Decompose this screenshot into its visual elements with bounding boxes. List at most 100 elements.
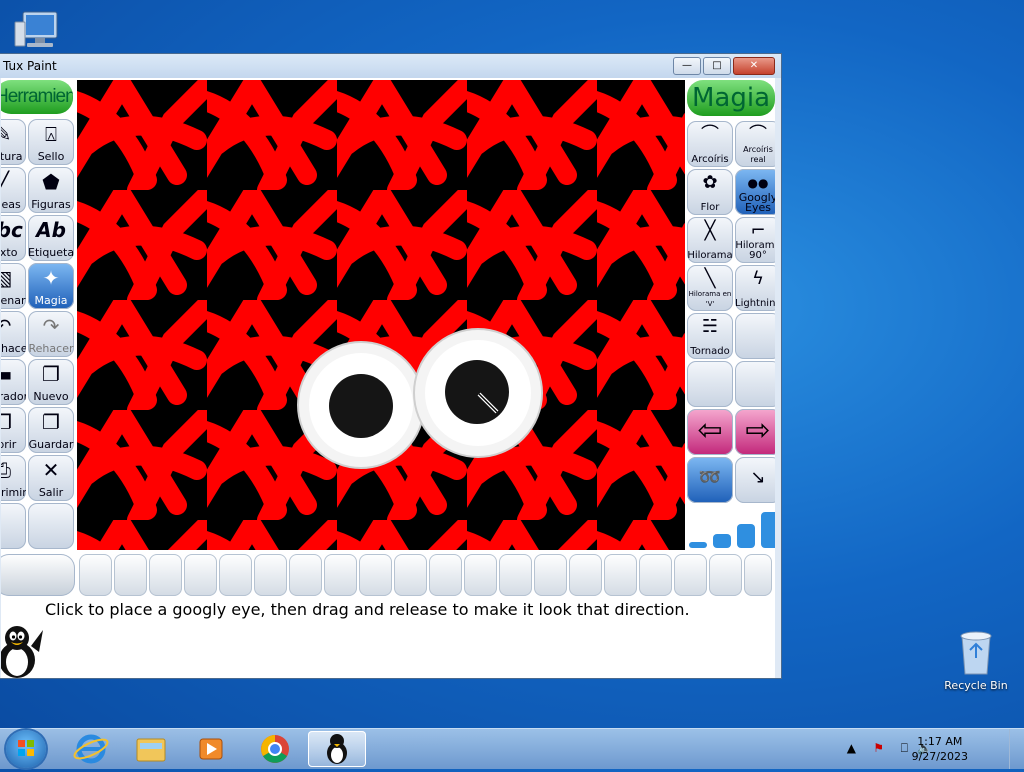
tool-eraser[interactable]: ▬Borrador — [1, 359, 26, 405]
color-swatch[interactable] — [254, 554, 287, 596]
undo-icon: ↶ — [1, 314, 12, 338]
magic-string-edges[interactable]: ╳ Hilorama — [687, 217, 733, 263]
color-swatch[interactable] — [709, 554, 742, 596]
color-swatch[interactable] — [464, 554, 497, 596]
chrome-icon — [261, 735, 289, 763]
taskbar-media-player[interactable] — [182, 731, 240, 767]
current-color — [1, 554, 75, 596]
arrow-left-icon: ⇦ — [697, 413, 723, 448]
color-swatch[interactable] — [359, 554, 392, 596]
magic-lightning[interactable]: ϟLightning — [735, 265, 775, 311]
tool-paint[interactable]: ✎Pintura — [1, 119, 26, 165]
minimize-button[interactable]: — — [673, 57, 701, 75]
clock-date: 9/27/2023 — [911, 750, 968, 763]
color-swatch[interactable] — [219, 554, 252, 596]
lines-icon: ╱ — [1, 170, 10, 194]
folder-icon — [136, 738, 166, 762]
tool-shapes[interactable]: ⬟ Figuras — [28, 167, 74, 213]
color-swatch[interactable] — [499, 554, 532, 596]
quit-icon: ✕ — [42, 458, 60, 482]
color-swatch[interactable] — [534, 554, 567, 596]
color-swatch[interactable] — [149, 554, 182, 596]
media-player-icon — [199, 738, 223, 760]
flower-icon: ✿ — [702, 172, 718, 193]
tool-undo[interactable]: ↶Deshacer — [1, 311, 26, 357]
color-swatch[interactable] — [674, 554, 707, 596]
color-swatch[interactable] — [639, 554, 672, 596]
magic-empty-slot — [687, 361, 733, 407]
open-icon: ❐ — [1, 410, 12, 434]
tux-paint-client: Herramientas ✎Pintura ⍓Sello ╱Líneas ⬟Fi… — [1, 78, 775, 678]
color-swatch[interactable] — [569, 554, 602, 596]
taskbar-ie[interactable] — [62, 731, 120, 767]
tray-show-hidden-icon[interactable]: ▲ — [847, 741, 856, 755]
color-swatch[interactable] — [744, 554, 772, 596]
googly-eye-left — [297, 341, 425, 469]
tool-lines[interactable]: ╱Líneas — [1, 167, 26, 213]
magic-next-button[interactable]: ⇨ — [735, 409, 775, 455]
lightning-icon: ϟ — [752, 268, 764, 289]
googly-eye-right — [413, 328, 543, 458]
color-swatch[interactable] — [114, 554, 147, 596]
tray-network-icon[interactable]: ⎕ — [901, 741, 908, 756]
show-desktop-button[interactable] — [1009, 729, 1024, 769]
color-swatch[interactable] — [429, 554, 462, 596]
tool-quit[interactable]: ✕ Salir — [28, 455, 74, 501]
arrow-right-icon: ⇨ — [745, 413, 771, 448]
magic-mode-fullscreen[interactable]: ↘ — [735, 457, 775, 503]
tool-new[interactable]: ❐ Nuevo — [28, 359, 74, 405]
start-button[interactable] — [6, 730, 46, 768]
magic-rainbow[interactable]: ⌒ Arcoíris — [687, 121, 733, 167]
tool-magic[interactable]: ✦ Magia — [28, 263, 74, 309]
color-swatch[interactable] — [289, 554, 322, 596]
color-swatch[interactable] — [394, 554, 427, 596]
string-art-icon: ╳ — [704, 220, 716, 241]
color-palette — [1, 552, 775, 598]
magic-mode-paint[interactable]: ➿ — [687, 457, 733, 503]
color-swatch[interactable] — [324, 554, 357, 596]
computer-desktop-icon[interactable] — [12, 8, 62, 55]
internet-explorer-icon — [73, 734, 109, 764]
computer-icon — [14, 11, 58, 47]
label-icon: Ab — [36, 218, 66, 242]
magic-flower[interactable]: ✿ Flor — [687, 169, 733, 215]
magic-prev-button[interactable]: ⇦ — [687, 409, 733, 455]
magic-string-corner[interactable]: ⌐Hilorama 90° — [735, 217, 775, 263]
maximize-button[interactable]: □ — [703, 57, 731, 75]
color-swatch[interactable] — [79, 554, 112, 596]
tool-scroll-right[interactable] — [28, 503, 74, 549]
taskbar-tux-paint[interactable] — [308, 731, 366, 767]
color-swatch[interactable] — [604, 554, 637, 596]
taskbar-explorer[interactable] — [122, 731, 180, 767]
tool-save[interactable]: ❐ Guardar — [28, 407, 74, 453]
new-document-icon: ❐ — [42, 362, 60, 386]
tool-scroll-left[interactable] — [1, 503, 26, 549]
taskbar-chrome[interactable] — [246, 731, 304, 767]
magic-size-selector[interactable] — [686, 504, 775, 550]
tool-open[interactable]: ❐Abrir — [1, 407, 26, 453]
tool-label[interactable]: Ab Etiqueta — [28, 215, 74, 261]
magic-googly-eyes[interactable]: ●● Googly Eyes — [735, 169, 775, 215]
color-swatch[interactable] — [184, 554, 217, 596]
close-button[interactable]: ✕ — [733, 57, 775, 75]
string-v-icon: ╲ — [704, 268, 716, 289]
window-titlebar[interactable]: Tux Paint — □ ✕ — [0, 54, 781, 78]
taskbar: ▲ ⚑ ⎕ 🔈 1:17 AM 9/27/2023 — [0, 728, 1024, 769]
tool-redo[interactable]: ↷ Rehacer — [28, 311, 74, 357]
tray-action-center-icon[interactable]: ⚑ — [873, 741, 884, 755]
tux-paint-window: Tux Paint — □ ✕ Herramientas ✎Pintura ⍓S… — [0, 53, 782, 679]
clock-time: 1:17 AM — [917, 735, 963, 748]
magic-string-v[interactable]: ╲ Hilorama en 'V' — [687, 265, 733, 311]
recycle-bin-desktop-icon[interactable]: Recycle Bin — [940, 628, 1012, 692]
magic-tornado[interactable]: ☵ Tornado — [687, 313, 733, 359]
magic-real-rainbow[interactable]: ⌒ Arcoíris real — [735, 121, 775, 167]
tool-print[interactable]: ⎙Imprimir — [1, 455, 26, 501]
tux-penguin-icon — [1, 626, 43, 678]
tool-stamp[interactable]: ⍓ Sello — [28, 119, 74, 165]
taskbar-clock[interactable]: 1:17 AM 9/27/2023 — [912, 734, 968, 764]
tool-fill[interactable]: ▧Rellenar — [1, 263, 26, 309]
drawing-canvas[interactable] — [77, 80, 685, 550]
canvas-artwork — [77, 80, 685, 550]
tool-text[interactable]: abcTexto — [1, 215, 26, 261]
status-message: Click to place a googly eye, then drag a… — [45, 600, 690, 619]
